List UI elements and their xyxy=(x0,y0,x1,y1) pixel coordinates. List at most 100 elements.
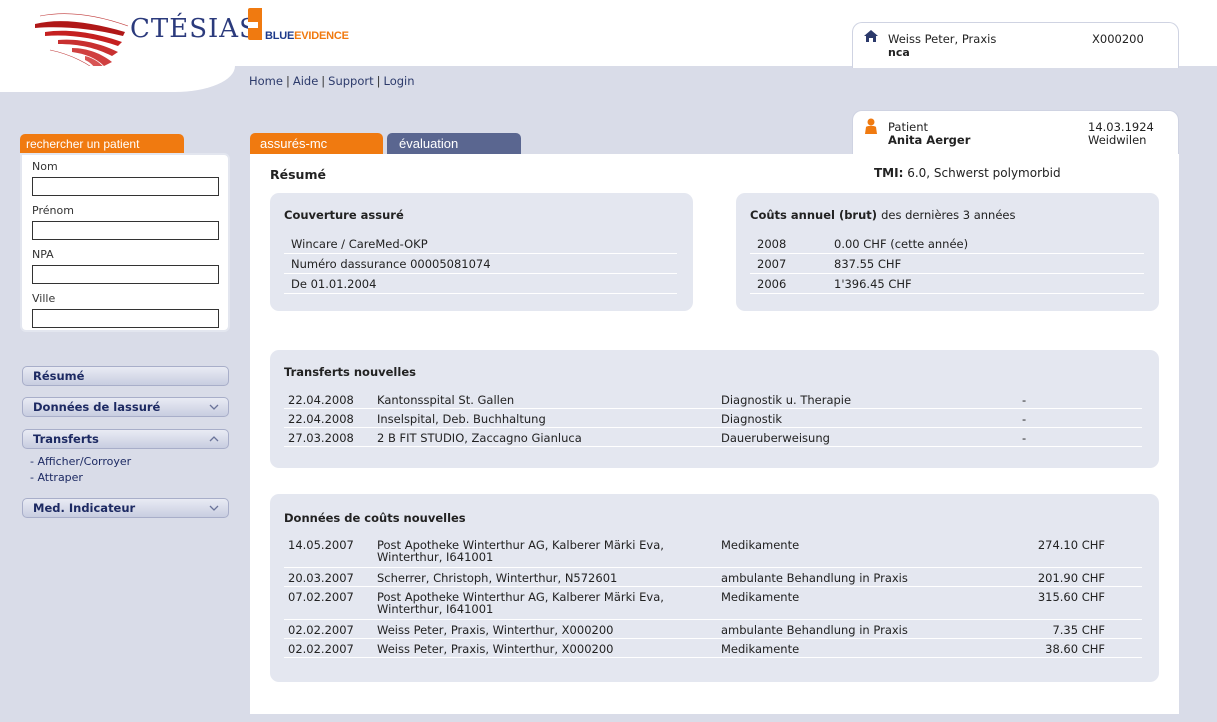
main-content: Résumé TMI: 6.0, Schwerst polymorbid Cou… xyxy=(250,154,1179,714)
cost-provider-line2: Winterthur, I641001 xyxy=(377,602,494,616)
annual-cost-row: 2008 0.00 CHF (cette année) xyxy=(750,234,1144,254)
user-sub: nca xyxy=(888,46,910,59)
sidebar-item-transferts[interactable]: Transferts xyxy=(22,429,229,449)
cost-row: 02.02.2007 Weiss Peter, Praxis, Winterth… xyxy=(284,620,1142,639)
sidebar-sub-afficher[interactable]: - Afficher/Corroyer xyxy=(30,455,131,468)
cost-data-title: Données de coûts nouvelles xyxy=(284,511,466,525)
transfers-title: Transferts nouvelles xyxy=(284,365,416,379)
cost-amount: 38.60 CHF xyxy=(1045,642,1105,656)
nav-home-link[interactable]: Home xyxy=(249,74,283,88)
tab-assures-mc[interactable]: assurés-mc xyxy=(250,133,383,154)
user-box: Weiss Peter, Praxis X000200 nca xyxy=(852,22,1179,68)
cost-row: 20.03.2007 Scherrer, Christoph, Winterth… xyxy=(284,568,1142,587)
transfer-date: 22.04.2008 xyxy=(288,393,354,407)
cost-provider: Weiss Peter, Praxis, Winterthur, X000200 xyxy=(377,623,614,637)
sidebar-item-resume[interactable]: Résumé xyxy=(22,366,229,386)
nom-label: Nom xyxy=(32,160,58,173)
transfer-row: 27.03.2008 2 B FIT STUDIO, Zaccagno Gian… xyxy=(284,428,1142,447)
tmi-value: TMI: 6.0, Schwerst polymorbid xyxy=(874,166,1061,180)
transfers-card: Transferts nouvelles 22.04.2008 Kantonss… xyxy=(270,350,1159,468)
home-icon xyxy=(864,30,878,42)
patient-dob: 14.03.1924 xyxy=(1088,120,1154,134)
chevron-down-icon xyxy=(209,404,219,410)
sidebar-sub-attraper[interactable]: - Attraper xyxy=(30,471,83,484)
search-panel: Nom Prénom NPA Ville xyxy=(20,153,230,332)
annual-cost-row: 2007 837.55 CHF xyxy=(750,254,1144,274)
page-title: Résumé xyxy=(270,167,326,182)
annual-costs-title: Coûts annuel (brut) des dernières 3 anné… xyxy=(750,208,1015,222)
transfer-name: Kantonsspital St. Gallen xyxy=(377,393,515,407)
transfer-type: Diagnostik xyxy=(721,412,783,426)
nav-login-link[interactable]: Login xyxy=(384,74,415,88)
blueevidence-logo: BLUEEVIDENCE xyxy=(248,8,408,48)
transfer-date: 27.03.2008 xyxy=(288,431,354,445)
ctesias-brand: CTÉSIAS xyxy=(130,14,258,44)
tmi-label: TMI: xyxy=(874,166,904,180)
patient-label: Patient xyxy=(888,120,929,134)
annual-cost-year: 2006 xyxy=(757,277,787,291)
transfer-name: 2 B FIT STUDIO, Zaccagno Gianluca xyxy=(377,431,582,445)
cost-amount: 7.35 CHF xyxy=(1052,623,1105,637)
cost-type: Medikamente xyxy=(721,538,800,552)
transfer-extra: - xyxy=(1022,431,1027,445)
chevron-up-icon xyxy=(209,436,219,442)
search-patient-tab[interactable]: rechercher un patient xyxy=(20,134,184,154)
patient-box: Patient Anita Aerger 14.03.1924 Weidwile… xyxy=(852,110,1179,156)
annual-cost-amount: 837.55 CHF xyxy=(834,257,902,271)
nav-aide-link[interactable]: Aide xyxy=(293,74,318,88)
nom-input[interactable] xyxy=(32,177,219,196)
coverage-row: Numéro dassurance 00005081074 xyxy=(284,254,677,274)
cost-type: Medikamente xyxy=(721,590,800,604)
transfer-name: Inselspital, Deb. Buchhaltung xyxy=(377,412,546,426)
prenom-label: Prénom xyxy=(32,204,74,217)
sidebar-item-donnees-assure[interactable]: Données de lassuré xyxy=(22,397,229,417)
nav-support-link[interactable]: Support xyxy=(328,74,373,88)
npa-label: NPA xyxy=(32,248,54,261)
coverage-cell: Numéro dassurance 00005081074 xyxy=(291,257,491,271)
transfer-date: 22.04.2008 xyxy=(288,412,354,426)
sidebar-item-label: Données de lassuré xyxy=(33,400,161,414)
tab-evaluation[interactable]: évaluation xyxy=(387,133,521,154)
cost-type: ambulante Behandlung in Praxis xyxy=(721,623,908,637)
blueevidence-brand-blue: BLUE xyxy=(265,30,295,42)
sidebar-item-label: Résumé xyxy=(33,369,85,383)
transfer-type: Diagnostik u. Therapie xyxy=(721,393,852,407)
sidebar-item-med-indicateur[interactable]: Med. Indicateur xyxy=(22,498,229,518)
cost-row: 02.02.2007 Weiss Peter, Praxis, Winterth… xyxy=(284,639,1142,658)
annual-cost-year: 2007 xyxy=(757,257,787,271)
cost-date: 02.02.2007 xyxy=(288,623,354,637)
transfer-row: 22.04.2008 Kantonsspital St. Gallen Diag… xyxy=(284,390,1142,409)
cost-row: 14.05.2007 Post Apotheke Winterthur AG, … xyxy=(284,535,1142,568)
chevron-down-icon xyxy=(209,505,219,511)
cost-date: 14.05.2007 xyxy=(288,538,354,552)
annual-cost-amount: 1'396.45 CHF xyxy=(834,277,912,291)
blueevidence-brand-evidence: EVIDENCE xyxy=(294,30,349,42)
annual-costs-title-bold: Coûts annuel (brut) xyxy=(750,208,878,222)
annual-cost-year: 2008 xyxy=(757,237,787,251)
transfer-extra: - xyxy=(1022,412,1027,426)
annual-cost-row: 2006 1'396.45 CHF xyxy=(750,274,1144,294)
coverage-title: Couverture assuré xyxy=(284,208,404,222)
cost-date: 07.02.2007 xyxy=(288,590,354,604)
top-navigation: Home | Aide | Support | Login xyxy=(249,74,415,88)
annual-costs-title-rest: des dernières 3 années xyxy=(881,208,1016,222)
ville-input[interactable] xyxy=(32,309,219,328)
prenom-input[interactable] xyxy=(32,221,219,240)
coverage-row: De 01.01.2004 xyxy=(284,274,677,294)
header: CTÉSIAS BLUEEVIDENCE Weiss Peter, Praxis… xyxy=(0,0,1217,75)
cost-amount: 315.60 CHF xyxy=(1037,590,1105,604)
patient-city: Weidwilen xyxy=(1088,133,1147,147)
cost-row: 07.02.2007 Post Apotheke Winterthur AG, … xyxy=(284,587,1142,620)
cost-provider-line2: Winterthur, I641001 xyxy=(377,550,494,564)
user-id: X000200 xyxy=(1092,32,1144,46)
coverage-cell: De 01.01.2004 xyxy=(291,277,377,291)
transfer-type: Daueruberweisung xyxy=(721,431,830,445)
npa-input[interactable] xyxy=(32,265,219,284)
cost-amount: 201.90 CHF xyxy=(1037,571,1105,585)
sidebar-item-label: Transferts xyxy=(33,432,99,446)
annual-costs-card: Coûts annuel (brut) des dernières 3 anné… xyxy=(736,193,1159,311)
cost-type: Medikamente xyxy=(721,642,800,656)
cost-provider: Weiss Peter, Praxis, Winterthur, X000200 xyxy=(377,642,614,656)
coverage-cell: Wincare / CareMed-OKP xyxy=(291,237,428,251)
header-curve xyxy=(0,66,235,92)
